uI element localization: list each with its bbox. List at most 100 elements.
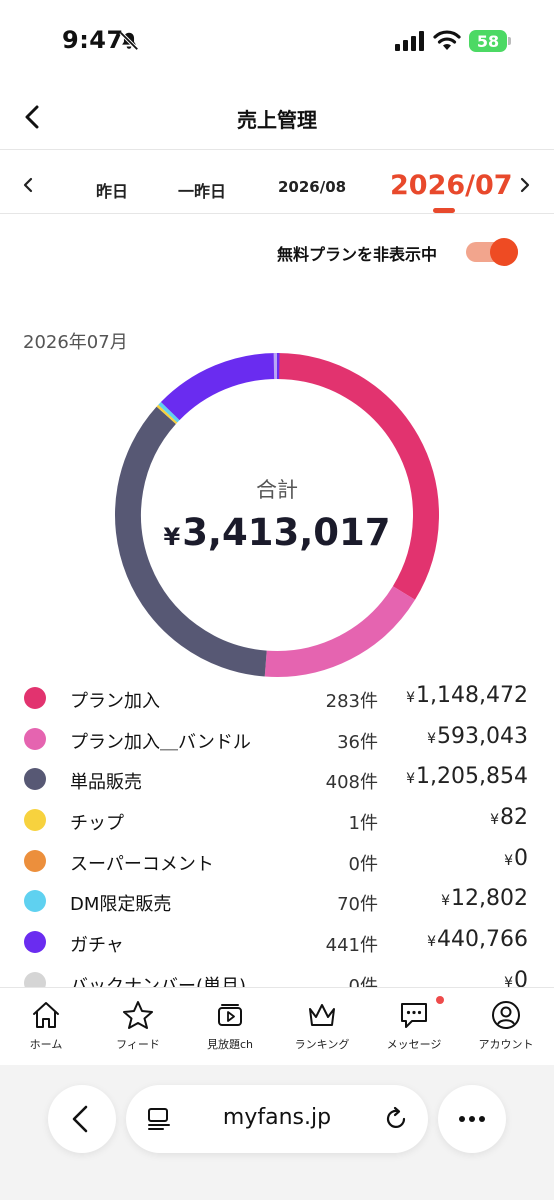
amount-value: 1,205,854 [416,764,528,790]
legend-amount: ¥593,043 [427,724,528,749]
battery-tip [508,37,511,45]
tab-feed[interactable]: フィード [93,1000,183,1052]
currency-symbol: ¥ [406,690,416,706]
legend-amount: ¥440,766 [427,927,528,952]
legend-name: 単品販売 [70,772,142,794]
amount-value: 0 [514,845,528,871]
total-amount: 3,413,017 [182,511,391,554]
amount-value: 12,802 [451,886,528,912]
nav-header: 売上管理 [0,84,554,150]
period-tab-current[interactable]: 2026/07 [390,170,513,201]
period-selector: 昨日 一昨日 2026/08 2026/07 [0,150,554,214]
crown-icon [309,1004,335,1026]
tab-label: ホーム [29,1038,63,1051]
bell-slash-icon [119,31,139,51]
tab-label: フィード [116,1038,160,1051]
reload-icon[interactable] [382,1105,410,1133]
tab-ranking[interactable]: ランキング [277,1000,367,1052]
legend-count: 1件 [348,813,378,835]
tab-label: ランキング [294,1038,350,1051]
legend-name: スーパーコメント [70,853,214,875]
toggle-knob [490,238,518,266]
address-bar[interactable]: myfans.jp [126,1085,428,1153]
tab-unlimited-channel[interactable]: 見放題ch [185,1000,275,1052]
status-time: 9:47 [62,26,124,54]
legend-row: スーパーコメント 0件 ¥0 [0,840,554,881]
legend-name: バックナンバー(単月) [70,975,247,987]
legend-color-dot [24,809,46,832]
donut-slice-3 [156,404,178,425]
browser-more-button[interactable] [438,1085,506,1153]
legend-color-dot [24,727,46,750]
legend-amount: ¥82 [490,805,528,830]
legend-color-dot [24,687,46,709]
hide-free-plan-toggle[interactable] [466,238,518,266]
legend-amount: ¥12,802 [441,886,528,911]
currency-symbol: ¥ [163,523,181,551]
legend-row: ガチャ 441件 ¥440,766 [0,921,554,962]
currency-symbol: ¥ [504,974,513,987]
account-icon [492,1001,520,1029]
currency-symbol: ¥ [427,730,437,747]
legend-amount: ¥0 [504,968,528,987]
period-tab-prev-month[interactable]: 2026/08 [278,178,346,196]
home-icon [33,1002,59,1028]
legend-color-dot [24,849,46,872]
browser-back-button[interactable] [48,1085,116,1153]
legend-row: プラン加入＿バンドル 36件 ¥593,043 [0,718,554,759]
video-stack-icon [218,1004,242,1026]
legend-color-dot [24,931,46,954]
wifi-icon [433,30,461,50]
chevron-left-icon[interactable] [19,176,37,194]
tab-label: メッセージ [386,1038,442,1051]
legend-row: 単品販売 408件 ¥1,205,854 [0,758,554,799]
legend-name: ガチャ [70,935,124,957]
chevron-left-icon [72,1105,88,1133]
legend-amount: ¥0 [504,846,528,871]
sales-legend: プラン加入 283件 ¥1,148,472 プラン加入＿バンドル 36件 ¥59… [0,677,554,987]
browser-toolbar: myfans.jp [0,1065,554,1200]
period-tab-day-before[interactable]: 一昨日 [178,178,226,202]
message-icon [401,1003,427,1028]
total-value: ¥3,413,017 [0,511,554,554]
currency-symbol: ¥ [427,934,437,951]
legend-color-dot [24,890,46,913]
legend-row: バックナンバー(単月) 0件 ¥0 [0,962,554,987]
donut-slice-5 [158,401,180,423]
total-label: 合計 [256,478,298,502]
active-tab-indicator [433,208,455,213]
legend-row: プラン加入 283件 ¥1,148,472 [0,677,554,718]
legend-color-dot [24,971,46,987]
legend-count: 0件 [348,975,378,987]
sales-donut-chart [115,353,439,677]
legend-count: 283件 [325,691,378,712]
battery-level: 58 [476,31,500,51]
amount-value: 0 [514,967,528,987]
legend-color-dot [24,768,46,791]
currency-symbol: ¥ [406,771,416,788]
legend-count: 441件 [325,935,378,957]
battery-indicator: 58 [469,30,507,52]
tab-home[interactable]: ホーム [1,1000,91,1052]
page-title: 売上管理 [237,108,317,132]
bottom-tab-bar: ホーム フィード 見放題ch ランキング メッセージ アカウント [0,987,554,1065]
legend-name: DM限定販売 [70,894,172,916]
legend-row: DM限定販売 70件 ¥12,802 [0,880,554,921]
legend-count: 408件 [325,772,378,794]
legend-row: チップ 1件 ¥82 [0,799,554,840]
star-icon [123,1001,153,1029]
amount-value: 593,043 [437,723,528,749]
chevron-right-icon[interactable] [516,176,534,194]
hide-free-plan-label: 無料プランを非表示中 [276,245,437,264]
legend-name: プラン加入＿バンドル [70,731,251,753]
tab-account[interactable]: アカウント [461,1000,551,1052]
legend-count: 70件 [337,894,378,916]
legend-amount: ¥1,148,472 [406,683,528,708]
period-tab-yesterday[interactable]: 昨日 [96,178,128,202]
currency-symbol: ¥ [441,893,451,910]
tab-message[interactable]: メッセージ [369,1000,459,1052]
currency-symbol: ¥ [490,812,499,829]
legend-count: 36件 [337,731,378,753]
more-dots-icon [459,1116,485,1122]
tab-label: 見放題ch [206,1038,254,1051]
